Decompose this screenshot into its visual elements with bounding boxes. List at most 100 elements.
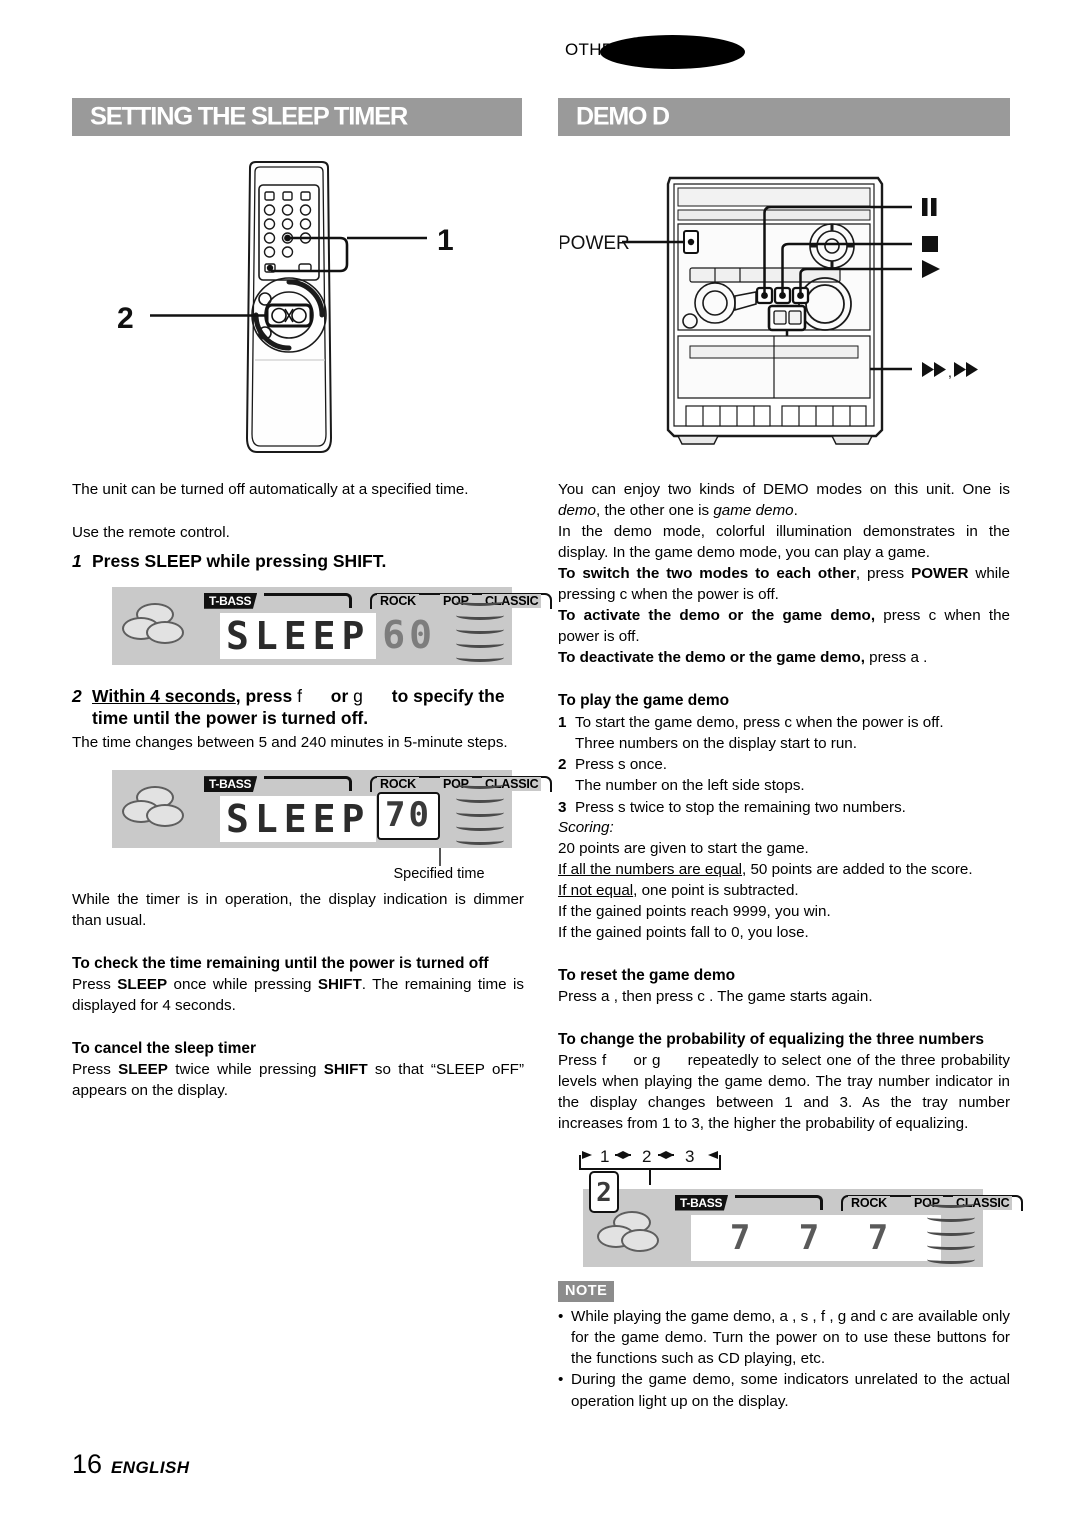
scoring-label: Scoring: — [558, 819, 614, 837]
check-time-heading: To check the time remaining until the po… — [72, 955, 489, 973]
switch-modes-text: To switch the two modes to each other, p… — [558, 564, 1010, 606]
play-step-3: 3 Press s twice to stop the remaining tw… — [558, 797, 1010, 818]
cancel-body-kbd-shift: SHIFT — [323, 1060, 368, 1078]
t-bass-indicator: T-BASS — [204, 776, 258, 793]
level-bar — [456, 822, 504, 832]
sleep-step-2-text: Within 4 seconds, press f or g to specif… — [92, 685, 524, 731]
remote-control-figure: 1 2 — [75, 160, 525, 460]
probability-key-g: g — [652, 1051, 661, 1069]
sleep-intro-text: The unit can be turned off automatically… — [72, 481, 469, 498]
note-item-1-text: While playing the game demo, a , s , f ,… — [571, 1307, 1010, 1368]
callout-1-label: 1 — [437, 224, 454, 257]
level-bar — [927, 1213, 975, 1222]
disc-icon — [146, 804, 184, 828]
page-language: ENGLISH — [111, 1458, 190, 1477]
play-step-1-number: 1 — [558, 713, 567, 731]
probability-body: Press f or g repeatedly to select one of… — [558, 1051, 1010, 1135]
demo-intro-part3: . — [793, 501, 798, 519]
section-header-right-title: DEMO D — [576, 102, 670, 131]
page-number: 16 — [72, 1449, 103, 1479]
sleep-step-2-key-g: g — [353, 685, 363, 706]
display-value-minutes: 60 — [382, 612, 436, 657]
demo-intro-part1: You can enjoy two kinds of DEMO modes on… — [558, 481, 1010, 498]
reset-game-demo-heading: To reset the game demo — [558, 966, 736, 984]
disc-indicator-group — [112, 770, 198, 848]
level-bar — [456, 780, 504, 790]
cancel-timer-body: Press SLEEP twice while pressing SHIFT s… — [72, 1060, 524, 1102]
section-header-left-title: SETTING THE SLEEP TIMER — [90, 102, 408, 131]
play-step-3-number: 3 — [558, 798, 567, 816]
switch-modes-bold: To switch the two modes to each other — [558, 564, 856, 582]
scoring-line-2: If all the numbers are equal, 50 points … — [558, 860, 1010, 881]
reset-game-demo-body: Press a , then press c . The game starts… — [558, 987, 873, 1005]
stereo-system-figure: POWER , — [558, 158, 1015, 458]
cancel-body-part2: twice while pressing — [167, 1060, 324, 1078]
t-bass-indicator: T-BASS — [204, 592, 258, 609]
sleep-step-1-text: Press SLEEP while pressing SHIFT. — [92, 550, 387, 571]
cancel-body-part1: Press — [72, 1060, 119, 1078]
display-sleep-70: T-BASS ROCK POP CLASSIC SLEEP 70 — [112, 770, 552, 849]
level-bar — [456, 611, 504, 620]
cycle-value-1: 1 — [600, 1147, 609, 1166]
check-body-kbd-shift: SHIFT — [317, 976, 362, 994]
eq-rock-label: ROCK — [377, 593, 420, 608]
deactivate-demo-bold: To deactivate the demo or the game demo, — [558, 648, 865, 666]
note-bullet-icon: • — [558, 1307, 564, 1325]
note-item-2-text: During the game demo, some indicators un… — [571, 1371, 1010, 1410]
scoring-line-1: 20 points are given to start the game. — [558, 840, 809, 858]
note-bullet-icon: • — [558, 1371, 564, 1389]
level-meter-group — [450, 770, 512, 848]
disc-icon — [621, 1228, 659, 1252]
play-step-1-text: To start the game demo, press c when the… — [575, 713, 944, 731]
play-game-demo-heading: To play the game demo — [558, 691, 730, 709]
demo-mode-description: In the demo mode, colorful illumination … — [558, 522, 1010, 561]
running-head: OTHER FUNCTIONS — [565, 35, 745, 69]
play-step-2-number: 2 — [558, 756, 567, 774]
note-badge-label: NOTE — [558, 1280, 615, 1302]
probability-heading: To change the probability of equalizing … — [558, 1030, 985, 1048]
play-step-2-sub: The number on the left side stops. — [575, 777, 805, 795]
level-bar — [927, 1227, 975, 1236]
probability-part2: repeatedly to select one of the three pr… — [558, 1051, 1010, 1132]
play-step-3-text: Press s twice to stop the remaining two … — [575, 798, 906, 816]
sleep-step-2-underlined: Within 4 seconds — [92, 685, 236, 706]
t-bass-indicator: T-BASS — [675, 1194, 729, 1211]
disc-indicator-group — [112, 587, 198, 665]
cancel-timer-heading: To cancel the sleep timer — [72, 1039, 257, 1057]
specified-time-caption: Specified time — [393, 866, 485, 883]
check-body-part1: Press — [72, 976, 118, 994]
power-label-text: POWER — [560, 233, 630, 254]
eq-rock-label: ROCK — [848, 1195, 891, 1210]
scoring-line-3-rest: , one point is subtracted. — [633, 881, 799, 899]
level-bar — [456, 625, 504, 634]
level-bar — [456, 808, 504, 818]
cycle-value-2: 2 — [642, 1147, 651, 1166]
activate-demo-bold: To activate the demo or the game demo, — [558, 606, 876, 624]
switch-modes-kbd-power: POWER — [911, 564, 969, 582]
display-game-777: 2 T-BASS ROCK POP CLASSIC 7 7 7 — [583, 1170, 1023, 1267]
check-time-body: Press SLEEP once while pressing SHIFT. T… — [72, 975, 524, 1017]
level-meter-group — [921, 1189, 983, 1267]
specified-time-leader — [439, 848, 441, 867]
level-bar — [456, 836, 504, 846]
scoring-line-5: If the gained points fall to 0, you lose… — [558, 923, 809, 941]
redaction-ellipse — [600, 35, 745, 69]
scoring-line-3: If not equal, one point is subtracted. — [558, 881, 1010, 902]
use-remote-text: Use the remote control. — [72, 523, 230, 541]
sleep-step-2-number: 2 — [72, 685, 82, 706]
sleep-step-2-a: , press — [235, 685, 298, 706]
sleep-step-2-or: or — [325, 685, 354, 706]
level-meter-group — [450, 587, 512, 665]
deactivate-demo-rest: press a . — [864, 648, 928, 666]
left-column: The unit can be turned off automatically… — [72, 480, 552, 1102]
disc-indicator-group: 2 — [583, 1170, 669, 1267]
display-text-game-numbers: 7 7 7 — [691, 1214, 941, 1261]
demo-intro-text: You can enjoy two kinds of DEMO modes on… — [558, 480, 1010, 522]
sleep-step-1-number: 1 — [72, 550, 82, 571]
scoring-line-2-rest: , 50 points are added to the score. — [742, 860, 973, 878]
display-main-area: T-BASS ROCK POP CLASSIC SLEEP 60 — [198, 587, 552, 665]
t-bass-bracket — [264, 776, 352, 792]
tray-number-indicator: 2 — [589, 1170, 619, 1213]
sleep-step-1: 1 Press SLEEP while pressing SHIFT. — [72, 550, 524, 573]
deactivate-demo-text: To deactivate the demo or the game demo,… — [558, 648, 1010, 669]
